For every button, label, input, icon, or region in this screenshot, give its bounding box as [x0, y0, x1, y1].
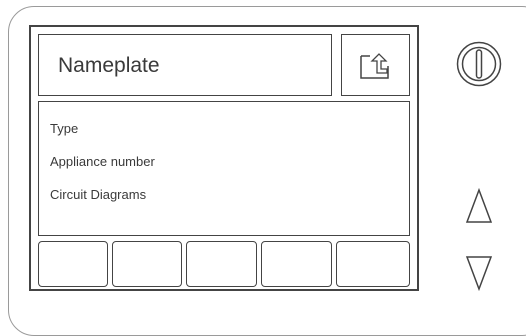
menu-item-type[interactable]: Type [50, 121, 78, 136]
exit-arrow-icon [359, 53, 389, 79]
menu-item-appliance-number[interactable]: Appliance number [50, 154, 155, 169]
softkey-4[interactable] [261, 241, 332, 287]
title-bar: Nameplate [38, 34, 332, 96]
display-screen: Nameplate Type Appliance number Circuit … [29, 25, 419, 291]
menu-item-circuit-diagrams[interactable]: Circuit Diagrams [50, 187, 146, 202]
down-triangle-icon [465, 256, 493, 292]
power-button[interactable] [454, 39, 504, 89]
power-icon [456, 41, 502, 87]
up-button[interactable] [464, 186, 494, 228]
down-button[interactable] [464, 253, 494, 295]
softkey-2[interactable] [112, 241, 182, 287]
up-triangle-icon [465, 187, 493, 223]
softkey-3[interactable] [186, 241, 257, 287]
softkey-5[interactable] [336, 241, 410, 287]
softkey-1[interactable] [38, 241, 108, 287]
exit-button[interactable] [341, 34, 410, 96]
screen-title: Nameplate [58, 54, 160, 77]
menu-list: Type Appliance number Circuit Diagrams [38, 101, 410, 236]
